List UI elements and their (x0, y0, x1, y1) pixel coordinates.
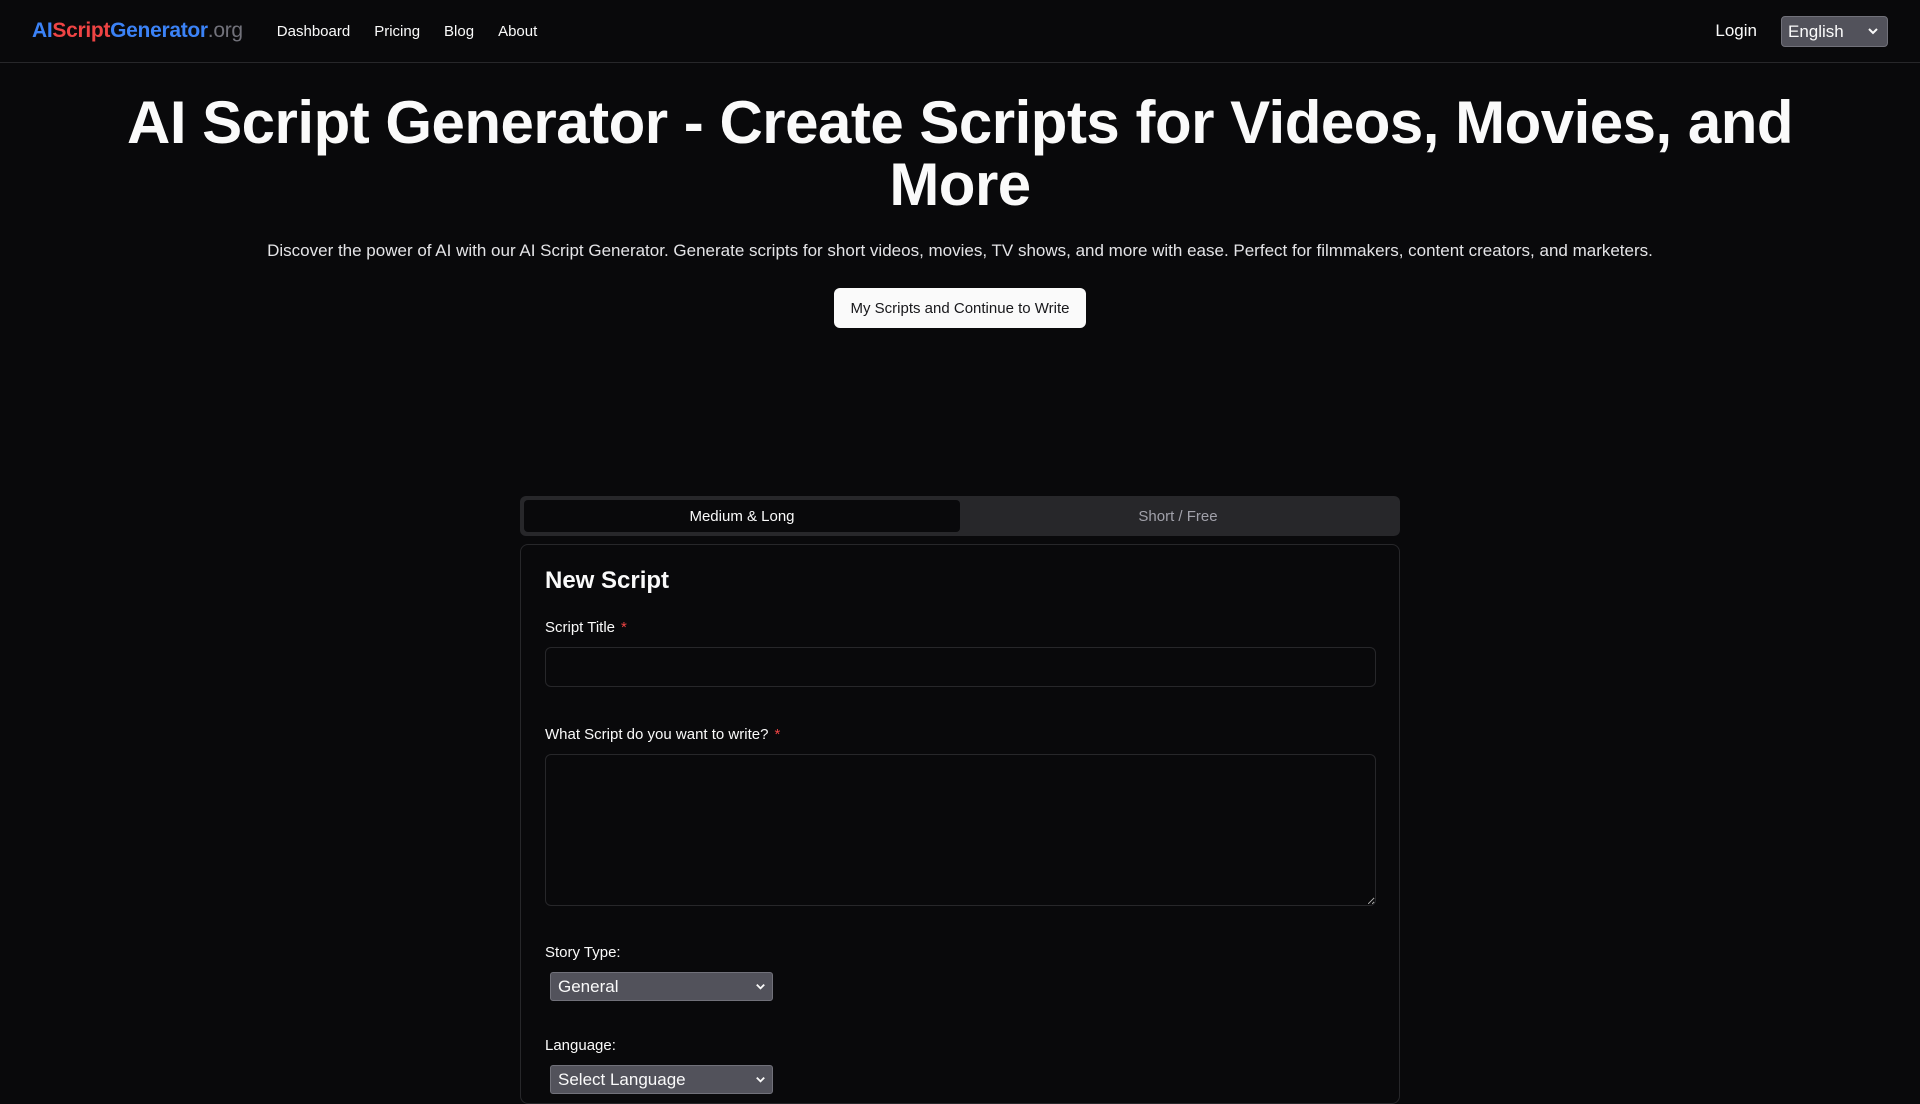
nav-link-pricing[interactable]: Pricing (374, 23, 420, 40)
language-select-wrapper: English (1781, 15, 1888, 47)
login-link[interactable]: Login (1715, 21, 1757, 41)
logo-part-org: .org (207, 19, 243, 42)
logo-part-generator: Generator (110, 19, 208, 42)
nav-link-blog[interactable]: Blog (444, 23, 474, 40)
story-type-select-wrapper: General (550, 972, 773, 1001)
nav-right: Login English (1715, 15, 1888, 47)
tab-short-free[interactable]: Short / Free (960, 500, 1396, 532)
nav-links: Dashboard Pricing Blog About (277, 23, 561, 40)
card-title: New Script (545, 567, 670, 594)
logo-part-ai: AI (32, 19, 53, 42)
hero-subtitle: Discover the power of AI with our AI Scr… (267, 241, 1653, 260)
top-navbar: AIScriptGenerator.org Dashboard Pricing … (0, 0, 1920, 63)
nav-link-dashboard[interactable]: Dashboard (277, 23, 350, 40)
language-select[interactable]: English (1781, 15, 1888, 47)
hero-title: AI Script Generator - Create Scripts for… (126, 89, 1794, 218)
script-length-tabs: Medium & Long Short / Free (520, 496, 1400, 536)
site-logo[interactable]: AIScriptGenerator.org (32, 19, 243, 43)
tab-medium-long[interactable]: Medium & Long (524, 500, 960, 532)
script-prompt-textarea[interactable] (545, 754, 1376, 906)
nav-link-about[interactable]: About (498, 23, 537, 40)
story-type-select[interactable]: General (550, 972, 773, 1001)
required-mark: * (774, 726, 781, 743)
script-title-label-text: Script Title (545, 619, 616, 636)
logo-part-script: Script (52, 19, 111, 42)
story-type-label: Story Type: (545, 944, 621, 961)
new-script-card: New Script Script Title * What Script do … (520, 544, 1400, 1104)
script-title-label: Script Title * (545, 619, 1375, 636)
script-title-input[interactable] (545, 647, 1376, 687)
my-scripts-button[interactable]: My Scripts and Continue to Write (834, 288, 1086, 328)
script-prompt-label-text: What Script do you want to write? (545, 726, 769, 743)
language-label: Language: (545, 1037, 616, 1054)
script-prompt-label: What Script do you want to write? * (545, 726, 1375, 743)
required-mark: * (621, 619, 627, 636)
